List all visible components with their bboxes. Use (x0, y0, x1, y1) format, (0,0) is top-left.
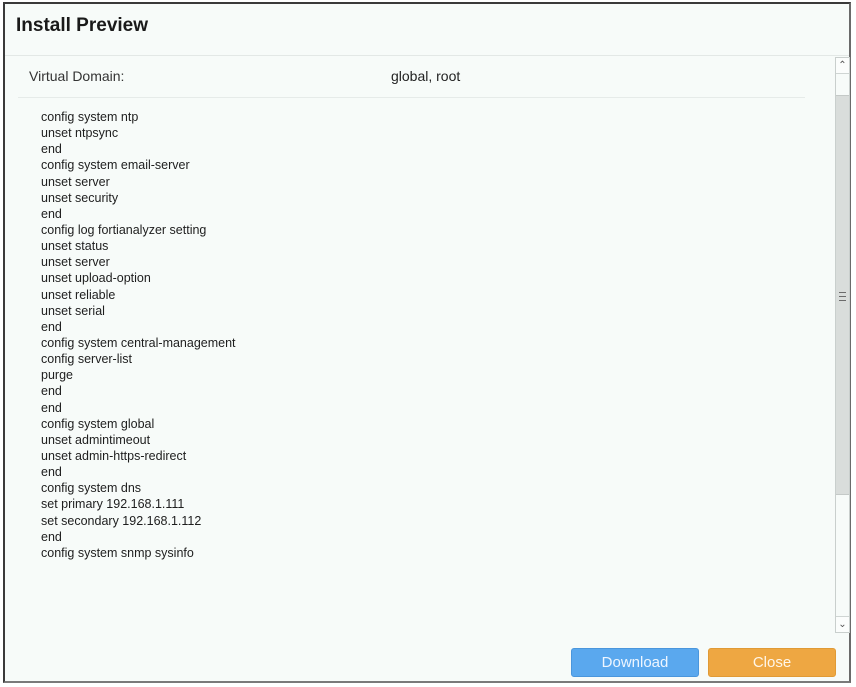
close-button[interactable]: Close (708, 648, 836, 677)
virtual-domain-row: Virtual Domain: global, root (18, 57, 805, 98)
preview-content: Virtual Domain: global, root config syst… (5, 57, 833, 631)
script-line: config system snmp sysinfo (41, 545, 194, 560)
chevron-down-icon: ⌄ (838, 619, 847, 630)
script-line: end (41, 384, 62, 399)
script-line: set primary 192.168.1.111 (41, 497, 185, 512)
script-line: config system dns (41, 481, 142, 496)
virtual-domain-label: Virtual Domain: (29, 68, 125, 84)
script-line: unset ntpsync (41, 126, 119, 141)
virtual-domain-value: global, root (391, 68, 461, 84)
script-line: unset serial (41, 303, 105, 318)
script-line: unset admin-https-redirect (41, 448, 187, 463)
install-preview-dialog: Install Preview Virtual Domain: global, … (3, 2, 851, 683)
grip-lines-icon (839, 292, 846, 301)
script-line: unset status (41, 239, 109, 254)
script-line: unset server (41, 174, 110, 189)
config-script: config system ntp unset ntpsync end config … (41, 109, 236, 561)
script-line: config system ntp (41, 110, 139, 124)
script-line: config log fortianalyzer setting (41, 222, 207, 237)
scroll-thumb[interactable] (836, 95, 849, 495)
script-line: end (41, 206, 62, 221)
script-line: end (41, 319, 62, 334)
script-line: unset admintimeout (41, 432, 151, 447)
script-line: purge (41, 368, 73, 383)
script-line: config system email-server (41, 158, 190, 173)
vertical-scrollbar[interactable]: ⌃ ⌄ (835, 57, 850, 633)
script-line: unset upload-option (41, 271, 151, 286)
script-line: config system central-management (41, 335, 236, 350)
dialog-header: Install Preview (5, 4, 849, 56)
script-line: end (41, 465, 62, 480)
download-button[interactable]: Download (571, 648, 699, 677)
script-line: end (41, 529, 62, 544)
script-line: unset reliable (41, 287, 116, 302)
script-line: config server-list (41, 352, 132, 367)
script-line: unset security (41, 190, 119, 205)
scroll-down-button[interactable]: ⌄ (836, 616, 849, 632)
script-line: config system global (41, 416, 155, 431)
scroll-up-button[interactable]: ⌃ (836, 58, 849, 74)
script-line: end (41, 400, 62, 415)
chevron-up-icon: ⌃ (838, 60, 847, 71)
script-line: unset server (41, 255, 110, 270)
script-line: end (41, 142, 62, 157)
script-line: set secondary 192.168.1.112 (41, 513, 202, 528)
dialog-footer: Download Close (5, 644, 849, 679)
dialog-title: Install Preview (16, 15, 149, 36)
